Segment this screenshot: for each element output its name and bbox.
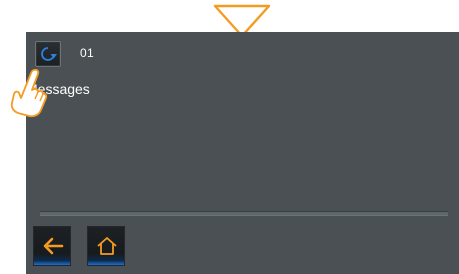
- pointing-hand-icon: [10, 68, 48, 118]
- home-icon: [97, 237, 117, 255]
- message-count: 01: [80, 46, 94, 60]
- back-arrow-icon: [43, 237, 64, 255]
- screen-panel: 01 Messages: [26, 32, 459, 274]
- home-button[interactable]: [87, 226, 125, 266]
- progress-bar: [40, 211, 448, 216]
- replay-icon: [41, 47, 57, 61]
- back-button[interactable]: [33, 226, 71, 266]
- replay-button[interactable]: [35, 41, 61, 67]
